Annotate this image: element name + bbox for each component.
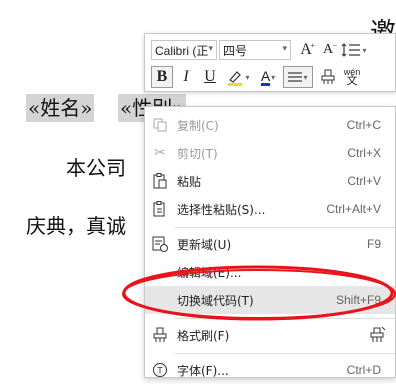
document-line-3: 庆典，真诚 [26, 214, 126, 238]
chevron-down-icon: ▾ [303, 72, 308, 82]
highlight-button[interactable]: ▾ [223, 66, 253, 88]
menu-item-paste-special[interactable]: 选择性粘贴(S)... Ctrl+Alt+V [145, 195, 395, 223]
highlighter-icon [228, 71, 243, 86]
menu-item-shortcut: Ctrl+Alt+V [326, 202, 381, 216]
menu-item-label: 字体(F)... [177, 363, 229, 378]
bold-button[interactable]: B [151, 66, 173, 88]
document-line-2: 本公司 [66, 156, 126, 180]
menu-item-shortcut: Shift+F9 [335, 293, 381, 307]
menu-item-toggle-field-code[interactable]: 切换域代码(T) Shift+F9 [145, 286, 395, 314]
menu-item-shortcut: Ctrl+X [347, 146, 381, 160]
mini-toolbar: Calibri (正 ▾ 四号 ▾ A + A − ▾ B I U ▾ A ▾ … [144, 33, 396, 92]
menu-item-shortcut: Ctrl+V [347, 174, 381, 188]
mini-toolbar-row-format: B I U ▾ A ▾ ▾ wén 文 [151, 65, 365, 89]
menu-item-paste[interactable]: 粘贴 Ctrl+V [145, 167, 395, 195]
align-button[interactable]: ▾ [283, 66, 313, 88]
chevron-down-icon: ▾ [282, 43, 287, 53]
italic-button[interactable]: I [175, 66, 197, 88]
menu-item-label: 复制(C) [177, 118, 219, 133]
font-name-value: Calibri (正 [155, 43, 209, 58]
phonetic-guide-button[interactable]: wén 文 [339, 66, 365, 88]
grow-font-button[interactable]: A + [295, 39, 317, 61]
font-name-combo[interactable]: Calibri (正 ▾ [151, 40, 217, 60]
line-spacing-button[interactable]: ▾ [339, 39, 369, 61]
menu-item-label: 粘贴 [177, 174, 202, 189]
menu-item-edit-field[interactable]: 编辑域(E)... [145, 258, 395, 286]
plus-icon: + [310, 41, 315, 50]
paste-special-icon [151, 200, 169, 218]
font-icon: T [151, 361, 169, 379]
phonetic-char-icon: 文 [346, 75, 358, 87]
svg-text:T: T [157, 366, 163, 376]
menu-item-label: 格式刷(F) [177, 328, 230, 343]
menu-item-label: 编辑域(E)... [177, 265, 242, 280]
line-spacing-icon [342, 43, 361, 57]
shrink-font-button[interactable]: A − [317, 39, 339, 61]
underline-button[interactable]: U [199, 66, 221, 88]
menu-item-label: 切换域代码(T) [177, 293, 254, 308]
format-painter-icon [321, 69, 335, 84]
clear-format-button[interactable] [317, 66, 339, 88]
format-painter-pin-icon[interactable] [367, 325, 387, 345]
align-icon [288, 72, 303, 82]
menu-separator [175, 227, 395, 228]
menu-item-label: 选择性粘贴(S)... [177, 202, 266, 217]
mini-toolbar-row-font: Calibri (正 ▾ 四号 ▾ A + A − ▾ [151, 38, 369, 62]
chevron-down-icon: ▾ [245, 72, 250, 82]
context-menu: 复制(C) Ctrl+C ✂ 剪切(T) Ctrl+X 粘贴 Ctrl+V 选择… [144, 106, 396, 378]
menu-item-copy[interactable]: 复制(C) Ctrl+C [145, 111, 395, 139]
font-color-button[interactable]: A ▾ [253, 66, 283, 88]
menu-item-font[interactable]: T 字体(F)... Ctrl+D [145, 356, 395, 384]
menu-item-label: 更新域(U) [177, 237, 232, 252]
chevron-down-icon: ▾ [208, 43, 213, 53]
menu-item-shortcut: Ctrl+D [346, 363, 381, 377]
menu-item-cut[interactable]: ✂ 剪切(T) Ctrl+X [145, 139, 395, 167]
menu-item-shortcut: F9 [366, 237, 381, 251]
chevron-down-icon: ▾ [362, 45, 367, 55]
cut-icon: ✂ [154, 145, 166, 161]
minus-icon: − [332, 41, 337, 50]
format-painter-icon [151, 326, 169, 344]
menu-item-label: 剪切(T) [177, 146, 218, 161]
menu-item-update-field[interactable]: 更新域(U) F9 [145, 230, 395, 258]
update-field-icon [151, 235, 169, 253]
font-color-label: A [260, 67, 271, 86]
font-size-combo[interactable]: 四号 ▾ [219, 40, 291, 60]
chevron-down-icon: ▾ [271, 72, 276, 82]
menu-separator [175, 353, 395, 354]
paste-icon [151, 172, 169, 190]
menu-item-format-painter[interactable]: 格式刷(F) [145, 321, 395, 349]
menu-separator [175, 318, 395, 319]
merge-field-name[interactable]: «姓名» [26, 94, 95, 122]
copy-icon [151, 116, 169, 134]
font-size-value: 四号 [223, 43, 248, 58]
menu-item-shortcut: Ctrl+C [346, 118, 381, 132]
